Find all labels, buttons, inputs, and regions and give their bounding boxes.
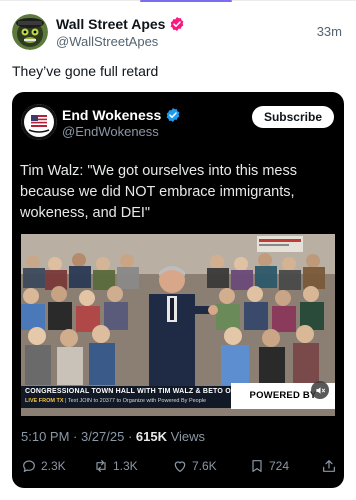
like-count: 7.6K bbox=[192, 459, 217, 473]
bookmark-button[interactable]: 724 bbox=[249, 458, 289, 474]
reply-bubble-icon bbox=[23, 460, 35, 472]
lower-third-ticker-row: LIVE FROM TX | Text JOIN to 20377 to Org… bbox=[25, 398, 207, 404]
outer-name-row: Wall Street Apes bbox=[56, 16, 185, 32]
quoted-handle[interactable]: @EndWokeness bbox=[62, 124, 159, 139]
views-label: Views bbox=[166, 429, 206, 444]
video-player[interactable]: CONGRESSIONAL TOWN HALL WITH TIM WALZ & … bbox=[21, 234, 335, 416]
views-count: 615K bbox=[135, 429, 167, 444]
reply-count: 2.3K bbox=[41, 459, 66, 473]
bookmark-count: 724 bbox=[269, 459, 290, 473]
repost-button[interactable]: 1.3K bbox=[93, 458, 138, 474]
subscribe-button[interactable]: Subscribe bbox=[251, 106, 334, 128]
repost-arrows-icon bbox=[96, 460, 106, 472]
verified-badge-blue-icon bbox=[165, 107, 181, 123]
handle[interactable]: @WallStreetApes bbox=[56, 34, 158, 49]
time-ago[interactable]: 33m bbox=[317, 24, 342, 39]
action-bar: 2.3K 1.3K 7.6K 724 bbox=[21, 458, 337, 476]
quoted-avatar[interactable] bbox=[21, 104, 57, 140]
share-upload-icon bbox=[323, 460, 335, 472]
reply-button[interactable]: 2.3K bbox=[21, 458, 66, 474]
quoted-post-text: Tim Walz: "We got ourselves into this me… bbox=[20, 163, 297, 221]
lower-third-headline: CONGRESSIONAL TOWN HALL WITH TIM WALZ & … bbox=[25, 388, 265, 395]
bookmark-icon bbox=[252, 460, 262, 472]
heart-icon bbox=[174, 461, 186, 472]
speaker-icon[interactable] bbox=[311, 381, 329, 399]
repost-count: 1.3K bbox=[113, 459, 138, 473]
quoted-post-card[interactable]: End Wokeness @EndWokeness Subscribe Tim … bbox=[12, 92, 344, 488]
timestamp-row: 5:10 PM · 3/27/25 · 615K Views bbox=[21, 429, 205, 444]
post-text: They’ve gone full retard bbox=[12, 63, 159, 79]
verified-badge-pink-icon bbox=[169, 16, 185, 32]
outer-post-header: Wall Street Apes @WallStreetApes 33m bbox=[12, 14, 344, 54]
live-label: LIVE FROM TX bbox=[25, 398, 64, 404]
lower-third-ticker: Text JOIN to 20377 to Organize with Powe… bbox=[67, 398, 207, 404]
timestamp[interactable]: 5:10 PM · 3/27/25 · bbox=[21, 429, 136, 444]
like-button[interactable]: 7.6K bbox=[172, 458, 217, 474]
avatar[interactable] bbox=[12, 14, 48, 50]
active-tab-indicator bbox=[140, 0, 232, 2]
quoted-name-row: End Wokeness bbox=[62, 107, 181, 123]
share-button[interactable] bbox=[321, 458, 337, 474]
quoted-display-name[interactable]: End Wokeness bbox=[62, 107, 161, 123]
display-name[interactable]: Wall Street Apes bbox=[56, 16, 165, 32]
